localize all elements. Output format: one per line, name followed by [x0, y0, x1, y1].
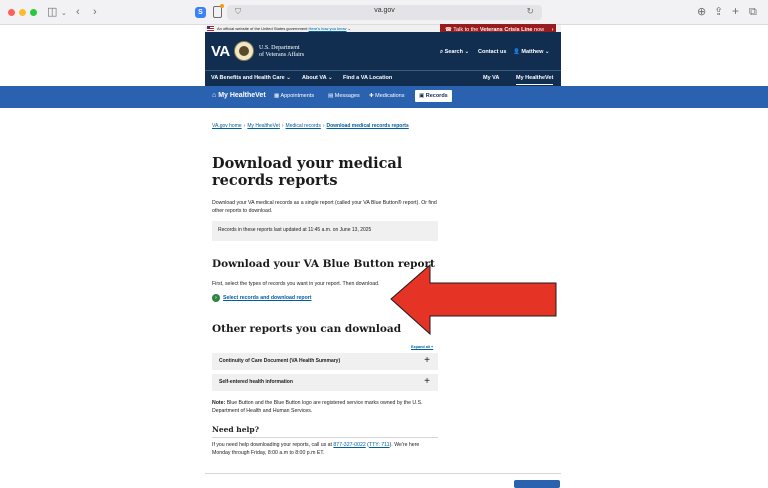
plus-icon: + — [424, 376, 430, 387]
nav-my-healthevet[interactable]: My HealtheVet — [516, 75, 554, 85]
site-header: VA U.S. Department of Veterans Affairs ⌕… — [205, 32, 561, 70]
note-text: Note: Blue Button and the Blue Button lo… — [212, 399, 438, 415]
breadcrumb: VA.gov home › My HealtheVet › Medical record… — [212, 123, 409, 129]
browser-toolbar: ◫ ⌄ ‹ › S ⛉ va.gov ↻ ⊕ ⇪ + ⧉ — [0, 0, 768, 25]
plus-icon: + — [424, 355, 430, 366]
tty-link[interactable]: TTY: 711 — [369, 442, 390, 448]
address-bar[interactable]: ⛉ va.gov ↻ — [227, 5, 542, 20]
minimize-window-button[interactable] — [19, 9, 26, 16]
contact-us-link[interactable]: Contact us — [478, 49, 506, 55]
mhv-home-link[interactable]: ⌂ My HealtheVet — [212, 92, 266, 99]
notification-dot-icon — [220, 4, 224, 8]
home-icon: ⌂ — [212, 92, 217, 99]
blue-button-text: First, select the types of records you w… — [212, 281, 380, 287]
other-reports-heading: Other reports you can download — [212, 323, 402, 335]
know-link[interactable]: Here's how you know — [309, 26, 347, 31]
search-icon: ⌕ — [440, 49, 444, 55]
last-updated-text: Records in these reports last updated at… — [218, 227, 372, 233]
note-label: Note: — [212, 400, 226, 406]
maximize-window-button[interactable] — [30, 9, 37, 16]
nav-find-location[interactable]: Find a VA Location — [343, 75, 392, 81]
blue-button-heading: Download your VA Blue Button report — [212, 258, 435, 270]
breadcrumb-mhv[interactable]: My HealtheVet — [247, 123, 280, 129]
url-text: va.gov — [374, 7, 395, 14]
close-window-button[interactable] — [8, 9, 15, 16]
user-icon: 👤 — [513, 49, 520, 55]
new-tab-icon[interactable]: + — [732, 4, 739, 18]
download-icon[interactable]: ⊕ — [697, 5, 706, 19]
note-body: Blue Button and the Blue Button logo are… — [212, 400, 423, 414]
footer-button[interactable] — [514, 480, 560, 488]
breadcrumb-current: Download medical records reports — [326, 123, 409, 129]
mhv-medications[interactable]: ✚ Medications — [369, 93, 405, 99]
accordion-label: Continuity of Care Document (VA Health S… — [219, 358, 341, 364]
user-menu-button[interactable]: 👤 Matthew ⌄ — [513, 49, 550, 55]
footer-divider — [205, 473, 561, 474]
breadcrumb-home[interactable]: VA.gov home — [212, 123, 242, 129]
messages-icon: ▤ — [328, 93, 334, 99]
back-arrow-icon[interactable]: ‹ — [76, 5, 80, 19]
accordion-ccd[interactable]: Continuity of Care Document (VA Health S… — [212, 353, 438, 370]
mhv-records[interactable]: ▣ Records — [415, 90, 452, 102]
sidebar-icon[interactable]: ◫ — [47, 5, 57, 19]
page-title: Download your medical records reports — [212, 155, 403, 189]
pills-icon: ✚ — [369, 93, 374, 99]
help-text: If you need help downloading your report… — [212, 442, 420, 456]
last-updated-box: Records in these reports last updated at… — [212, 221, 438, 241]
chevron-down-icon[interactable]: ⌄ — [61, 7, 67, 21]
help-phone-link[interactable]: 877-327-0022 — [333, 442, 365, 448]
need-help-heading: Need help? — [212, 425, 259, 434]
dept-line-2: of Veterans Affairs — [259, 52, 305, 58]
select-records-link[interactable]: › Select records and download report — [212, 294, 312, 302]
mhv-messages[interactable]: ▤ Messages — [328, 93, 360, 99]
mhv-nav: ⌂ My HealtheVet ▦ Appointments ▤ Message… — [0, 86, 768, 108]
arrow-shape — [390, 263, 557, 336]
main-nav: VA Benefits and Health Care ⌄ About VA ⌄… — [205, 70, 561, 86]
intro-text: Download your VA medical records as a si… — [212, 200, 437, 214]
va-seal-icon — [234, 41, 254, 61]
nav-benefits[interactable]: VA Benefits and Health Care ⌄ — [211, 75, 291, 81]
arrow-circle-right-icon: › — [212, 294, 220, 302]
breadcrumb-medical-records[interactable]: Medical records — [286, 123, 321, 129]
accordion-self-entered[interactable]: Self-entered health information + — [212, 374, 438, 391]
search-button[interactable]: ⌕ Search ⌄ — [440, 49, 469, 56]
accordion-label: Self-entered health information — [219, 379, 293, 385]
nav-my-va[interactable]: My VA — [483, 75, 499, 81]
us-flag-icon — [207, 26, 214, 31]
divider — [212, 437, 438, 438]
tabs-icon[interactable]: ⧉ — [749, 5, 757, 19]
expand-all-button[interactable]: Expand all + — [411, 345, 433, 349]
reload-icon[interactable]: ↻ — [526, 6, 534, 17]
official-text: An official website of the United States… — [217, 26, 308, 31]
va-logo[interactable]: VA — [211, 43, 230, 60]
calendar-icon: ▦ — [274, 93, 280, 99]
mhv-appointments[interactable]: ▦ Appointments — [274, 93, 314, 99]
share-icon[interactable]: ⇪ — [714, 5, 723, 19]
dept-line-1: U.S. Department — [259, 45, 300, 51]
extension-icon[interactable]: S — [195, 7, 206, 18]
nav-about-va[interactable]: About VA ⌄ — [302, 75, 333, 81]
records-icon: ▣ — [419, 93, 425, 99]
forward-arrow-icon[interactable]: › — [93, 5, 97, 19]
